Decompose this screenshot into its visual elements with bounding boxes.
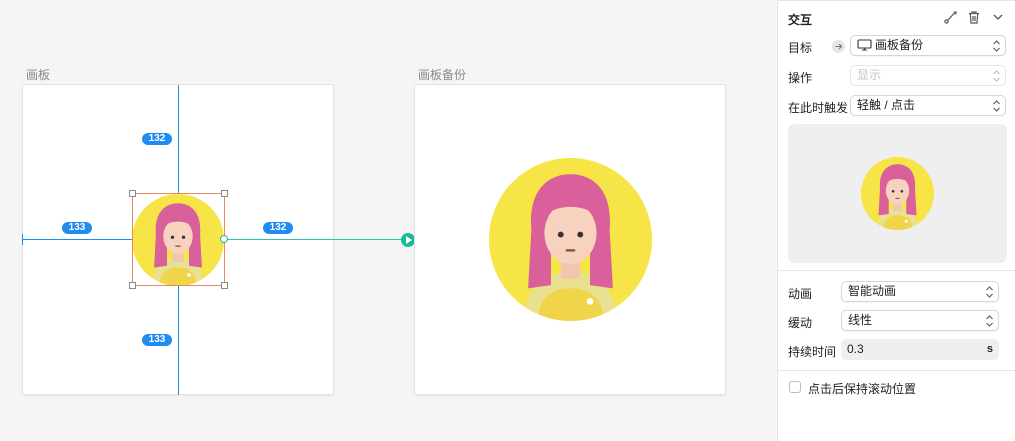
artboard[interactable] <box>415 85 725 394</box>
section-title: 交互 <box>788 13 813 27</box>
bezier-path-icon[interactable] <box>943 9 959 25</box>
measure-top-label: 132 <box>142 133 172 145</box>
target-label: 目标 <box>788 41 813 55</box>
selection-box[interactable] <box>132 193 225 286</box>
resize-handle-top-left[interactable] <box>129 190 136 197</box>
guide-cap-left <box>22 234 23 245</box>
prototype-link-handle[interactable] <box>220 235 228 243</box>
animation-value: 智能动画 <box>848 284 897 298</box>
avatar-illustration <box>489 158 652 321</box>
animation-label: 动画 <box>788 287 813 301</box>
section-divider <box>778 270 1015 271</box>
measure-right-label: 132 <box>263 222 293 234</box>
section-divider <box>778 370 1015 371</box>
updown-chevron-icon <box>992 69 1001 83</box>
action-label: 操作 <box>788 71 813 85</box>
updown-chevron-icon <box>985 285 994 299</box>
panel-top-divider <box>778 0 1015 1</box>
updown-chevron-icon <box>985 314 994 328</box>
go-to-target-icon[interactable] <box>832 40 845 53</box>
monitor-icon <box>857 38 872 51</box>
avatar-illustration <box>861 157 934 230</box>
chevron-down-icon[interactable] <box>990 9 1006 25</box>
artboard-title[interactable]: 画板备份 <box>418 66 466 83</box>
trigger-value: 轻触 / 点击 <box>857 98 916 112</box>
duration-label: 持续时间 <box>788 345 837 359</box>
prototype-connection-line[interactable] <box>228 239 402 240</box>
updown-chevron-icon <box>992 99 1001 113</box>
resize-handle-bottom-left[interactable] <box>129 282 136 289</box>
action-value: 显示 <box>857 68 882 82</box>
keep-scroll-checkbox[interactable] <box>789 381 801 393</box>
target-value: 画板备份 <box>875 38 924 52</box>
keep-scroll-label[interactable]: 点击后保持滚动位置 <box>808 380 916 397</box>
duration-input[interactable]: 0.3 s <box>841 339 999 360</box>
avatar-image <box>861 157 934 230</box>
artboard-title[interactable]: 画板 <box>26 66 50 83</box>
easing-select[interactable]: 线性 <box>841 310 999 331</box>
design-canvas[interactable]: 画板 132 133 132 133 画板备份 <box>0 0 777 441</box>
duration-unit: s <box>986 343 993 355</box>
resize-handle-bottom-right[interactable] <box>221 282 228 289</box>
resize-handle-top-right[interactable] <box>221 190 228 197</box>
updown-chevron-icon <box>992 39 1001 53</box>
interaction-panel: 交互 目标 画板备份 操作 显示 在此时触发 轻触 / 点击 动画 智能动画 缓… <box>777 0 1015 441</box>
animation-select[interactable]: 智能动画 <box>841 281 999 302</box>
spacing-guide-left <box>23 239 132 240</box>
measure-bottom-label: 133 <box>142 334 172 346</box>
animation-preview <box>788 124 1007 263</box>
trigger-label: 在此时触发 <box>788 101 849 115</box>
spacing-guide-bottom <box>178 286 179 395</box>
action-select[interactable]: 显示 <box>850 65 1006 86</box>
trash-icon[interactable] <box>966 9 982 25</box>
spacing-guide-top <box>178 85 179 193</box>
trigger-select[interactable]: 轻触 / 点击 <box>850 95 1006 116</box>
duration-value: 0.3 <box>847 342 864 356</box>
target-select[interactable]: 画板备份 <box>850 35 1006 56</box>
prototype-arrow-icon[interactable] <box>401 233 415 247</box>
avatar-image[interactable] <box>489 158 652 321</box>
easing-value: 线性 <box>848 313 873 327</box>
easing-label: 缓动 <box>788 316 813 330</box>
measure-left-label: 133 <box>62 222 92 234</box>
